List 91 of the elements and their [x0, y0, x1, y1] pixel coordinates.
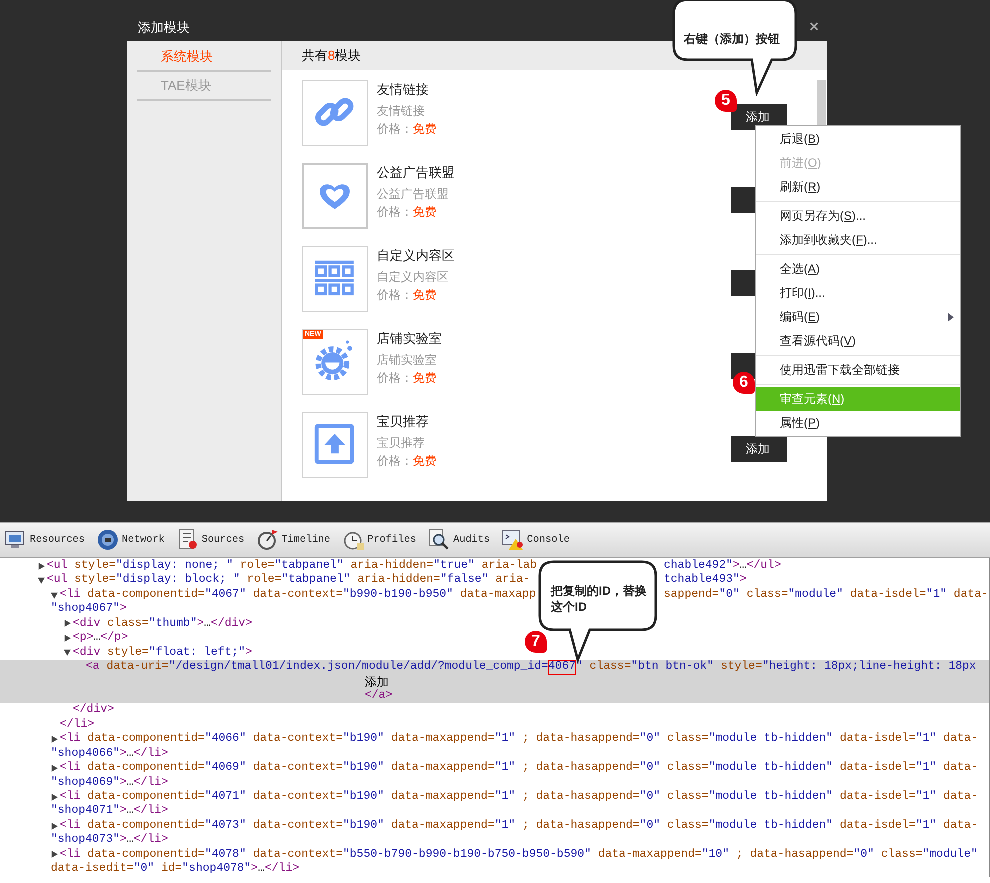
highlight-box: 4067	[548, 660, 576, 675]
devtools-tab[interactable]: Profiles	[342, 529, 416, 551]
stopwatch-icon	[256, 529, 279, 551]
price-label: 价格：	[377, 371, 413, 385]
code-line[interactable]: <li data-componentid="4066" data-context="b190" data-maxappend="1" ; data-hasappend="0" class="module tb-hidden" data-isdel="1" data-	[60, 732, 978, 747]
price-value: 免费	[413, 371, 437, 385]
disclosure-triangle-icon[interactable]	[38, 562, 45, 570]
menu-item[interactable]: 编码(E)	[756, 305, 960, 329]
disclosure-triangle-icon[interactable]	[38, 577, 45, 584]
code-line: </li>	[60, 718, 95, 732]
module-description: 宝贝推荐	[377, 435, 426, 452]
disclosure-triangle-icon[interactable]	[51, 851, 58, 858]
code-line[interactable]: <div style="float: left;">	[73, 646, 252, 660]
code-line: "shop4069">…</li>	[51, 776, 168, 790]
module-description: 公益广告联盟	[377, 186, 450, 203]
code-text: 添加	[365, 674, 389, 689]
module-thumbnail[interactable]	[302, 412, 368, 478]
code-line: "shop4073">…</li>	[51, 833, 168, 848]
devtools-tab[interactable]: Sources	[176, 529, 245, 551]
menu-item[interactable]: 刷新(R)	[756, 175, 960, 199]
menu-item[interactable]: 使用迅雷下载全部链接	[756, 358, 960, 382]
menu-item[interactable]: 查看源代码(V)	[756, 329, 960, 353]
menu-item[interactable]: 添加到收藏夹(F)...	[756, 228, 960, 252]
disclosure-triangle-icon[interactable]	[51, 592, 58, 599]
devtools-tab[interactable]: Resources	[5, 529, 86, 551]
module-name: 公益广告联盟	[377, 164, 455, 182]
code-line: chable492">…</ul>	[664, 559, 782, 574]
code-line[interactable]: <div class="thumb">…</div>	[73, 616, 252, 632]
devtools-tab[interactable]: Network	[97, 529, 165, 551]
dialog-title: 添加模块	[138, 19, 190, 37]
globe-icon	[97, 529, 120, 551]
console-warning-icon	[502, 529, 524, 551]
price-value: 免费	[413, 288, 437, 302]
module-name: 自定义内容区	[377, 247, 455, 265]
price-label: 价格：	[377, 205, 413, 219]
module-thumbnail[interactable]	[302, 80, 368, 146]
devtools-tab[interactable]: Console	[502, 529, 570, 551]
code-line[interactable]: <li data-componentid="4069" data-context="b190" data-maxappend="1" ; data-hasappend="0" class="module tb-hidden" data-isdel="1" data-	[60, 761, 978, 776]
close-button[interactable]: ×	[810, 19, 819, 37]
devtools-tab[interactable]: Audits	[428, 529, 490, 551]
monitor-icon	[5, 529, 27, 551]
price-value: 免费	[413, 454, 437, 468]
price-value: 免费	[413, 205, 437, 219]
code-line[interactable]: <a data-uri="/design/tmall01/index.json/module/add/?module_comp_id=	[86, 660, 548, 675]
disclosure-triangle-icon[interactable]	[64, 649, 71, 656]
code-line[interactable]: <p>…</p>	[73, 631, 128, 646]
module-count-text: 共有8模块	[302, 48, 362, 63]
code-line[interactable]: <li data-componentid="4067" data-context="b990-b190-b950" data-maxapp	[60, 588, 536, 602]
disclosure-triangle-icon[interactable]	[51, 764, 58, 772]
menu-item[interactable]: 网页另存为(S)...	[756, 204, 960, 228]
magnifier-icon	[428, 529, 450, 551]
disclosure-triangle-icon[interactable]	[64, 620, 71, 628]
add-button[interactable]: 添加	[731, 436, 787, 462]
price-value: 免费	[413, 122, 437, 136]
menu-item[interactable]: 打印(I)...	[756, 281, 960, 305]
code-line[interactable]: <li data-componentid="4071" data-context="b190" data-maxappend="1" ; data-hasappend="0" class="module tb-hidden" data-isdel="1" data-	[60, 790, 978, 804]
code-line[interactable]: <ul style="display: none; " role="tabpanel" aria-hidden="true" aria-lab	[47, 559, 538, 574]
module-name: 宝贝推荐	[377, 413, 430, 431]
devtools-tab[interactable]: Timeline	[256, 529, 331, 551]
module-name: 友情链接	[377, 81, 430, 99]
code-line: "shop4071">…</li>	[51, 804, 168, 819]
module-description: 自定义内容区	[377, 269, 450, 286]
code-line: "shop4067">	[51, 602, 127, 617]
module-thumbnail[interactable]	[302, 246, 368, 312]
price-label: 价格：	[377, 454, 413, 468]
menu-item[interactable]: 后退(B)	[756, 127, 960, 151]
disclosure-triangle-icon[interactable]	[64, 634, 71, 642]
module-name: 店铺实验室	[377, 330, 442, 348]
module-description: 友情链接	[377, 103, 426, 120]
menu-item[interactable]: 全选(A)	[756, 257, 960, 281]
price-label: 价格：	[377, 288, 413, 302]
module-thumbnail[interactable]	[302, 163, 368, 229]
code-line: </a>	[365, 688, 393, 704]
code-line: "shop4066">…</li>	[51, 746, 168, 762]
document-icon	[176, 529, 199, 551]
disclosure-triangle-icon[interactable]	[51, 736, 58, 743]
code-line[interactable]: <ul style="display: block; " role="tabpanel" aria-hidden="false" aria-	[47, 573, 530, 588]
disclosure-triangle-icon[interactable]	[51, 822, 58, 830]
step-badge: 7	[525, 631, 547, 653]
callout-text: 右键（添加）按钮	[684, 31, 780, 48]
code-line: sappend="0" class="module" data-isdel="1" data-	[664, 588, 989, 602]
code-line[interactable]: <li data-componentid="4073" data-context="b190" data-maxappend="1" ; data-hasappend="0" class="module tb-hidden" data-isdel="1" data-	[60, 818, 978, 834]
disclosure-triangle-icon[interactable]	[51, 794, 58, 801]
code-line: tchable493">	[664, 573, 748, 588]
code-line: </div>	[73, 703, 114, 718]
menu-item[interactable]: 属性(P)	[756, 411, 960, 435]
code-line: data-isedit="0" id="shop4078">…</li>	[51, 862, 300, 877]
callout-text: 把复制的ID，替换 这个ID	[551, 583, 647, 615]
module-description: 店铺实验室	[377, 352, 438, 369]
price-label: 价格：	[377, 122, 413, 136]
code-line[interactable]: <li data-componentid="4078" data-context="b550-b790-b990-b190-b750-b950-b590" data-maxappend="10" ; data-hasappend="0" class="module"	[60, 848, 978, 862]
